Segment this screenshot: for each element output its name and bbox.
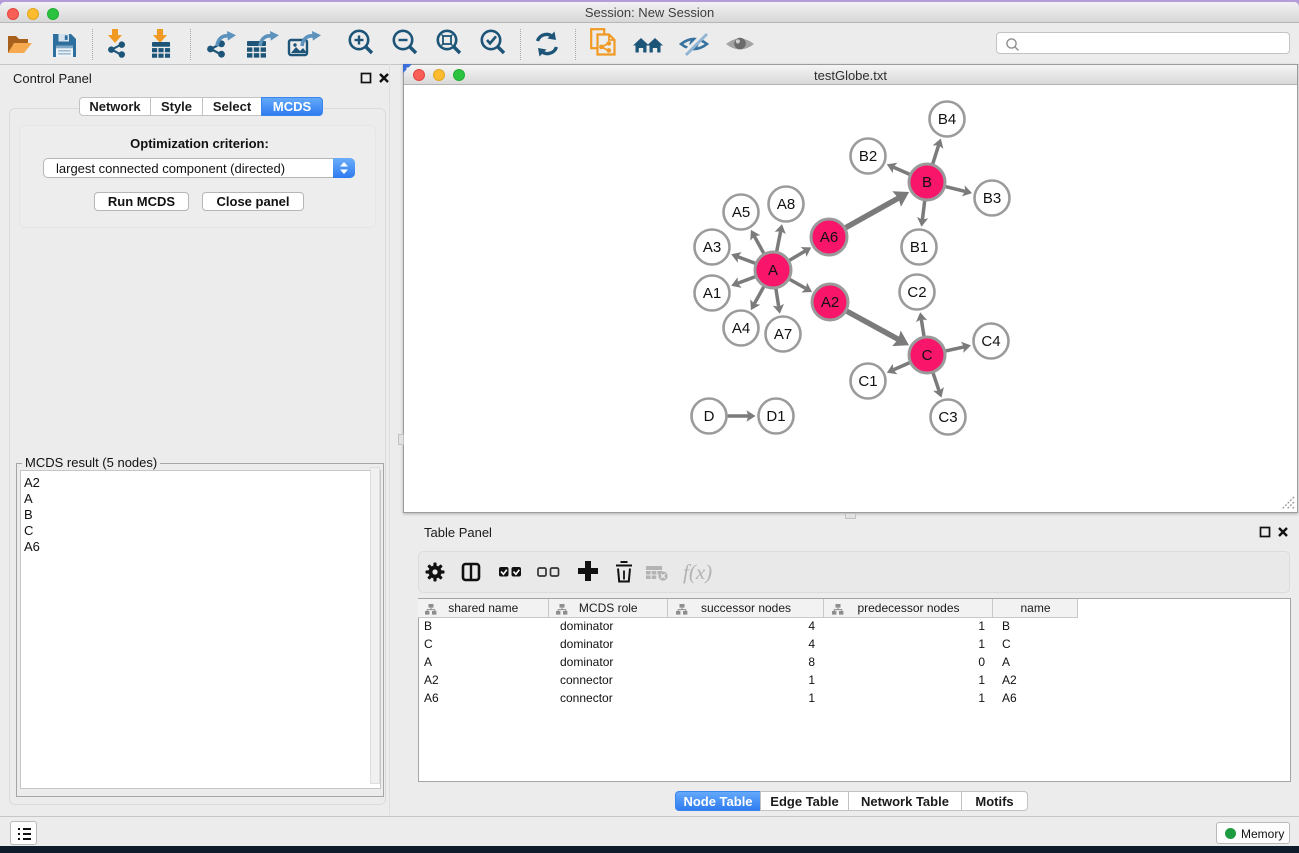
svg-text:C: C — [922, 347, 933, 364]
svg-text:B3: B3 — [983, 190, 1001, 207]
svg-text:B1: B1 — [910, 239, 928, 256]
svg-text:A5: A5 — [732, 204, 750, 221]
svg-text:B: B — [922, 174, 932, 191]
svg-text:A1: A1 — [703, 285, 721, 302]
svg-text:A4: A4 — [732, 320, 750, 337]
svg-text:A6: A6 — [820, 229, 838, 246]
svg-text:A2: A2 — [821, 294, 839, 311]
svg-text:D1: D1 — [766, 408, 785, 425]
svg-text:B2: B2 — [859, 148, 877, 165]
svg-text:A8: A8 — [777, 196, 795, 213]
svg-text:C2: C2 — [907, 284, 926, 301]
svg-text:C4: C4 — [981, 333, 1000, 350]
svg-text:B4: B4 — [938, 111, 956, 128]
svg-text:A7: A7 — [774, 326, 792, 343]
svg-text:A: A — [768, 262, 778, 279]
svg-text:C1: C1 — [858, 373, 877, 390]
svg-text:A3: A3 — [703, 239, 721, 256]
svg-text:D: D — [704, 408, 715, 425]
svg-text:C3: C3 — [938, 409, 957, 426]
